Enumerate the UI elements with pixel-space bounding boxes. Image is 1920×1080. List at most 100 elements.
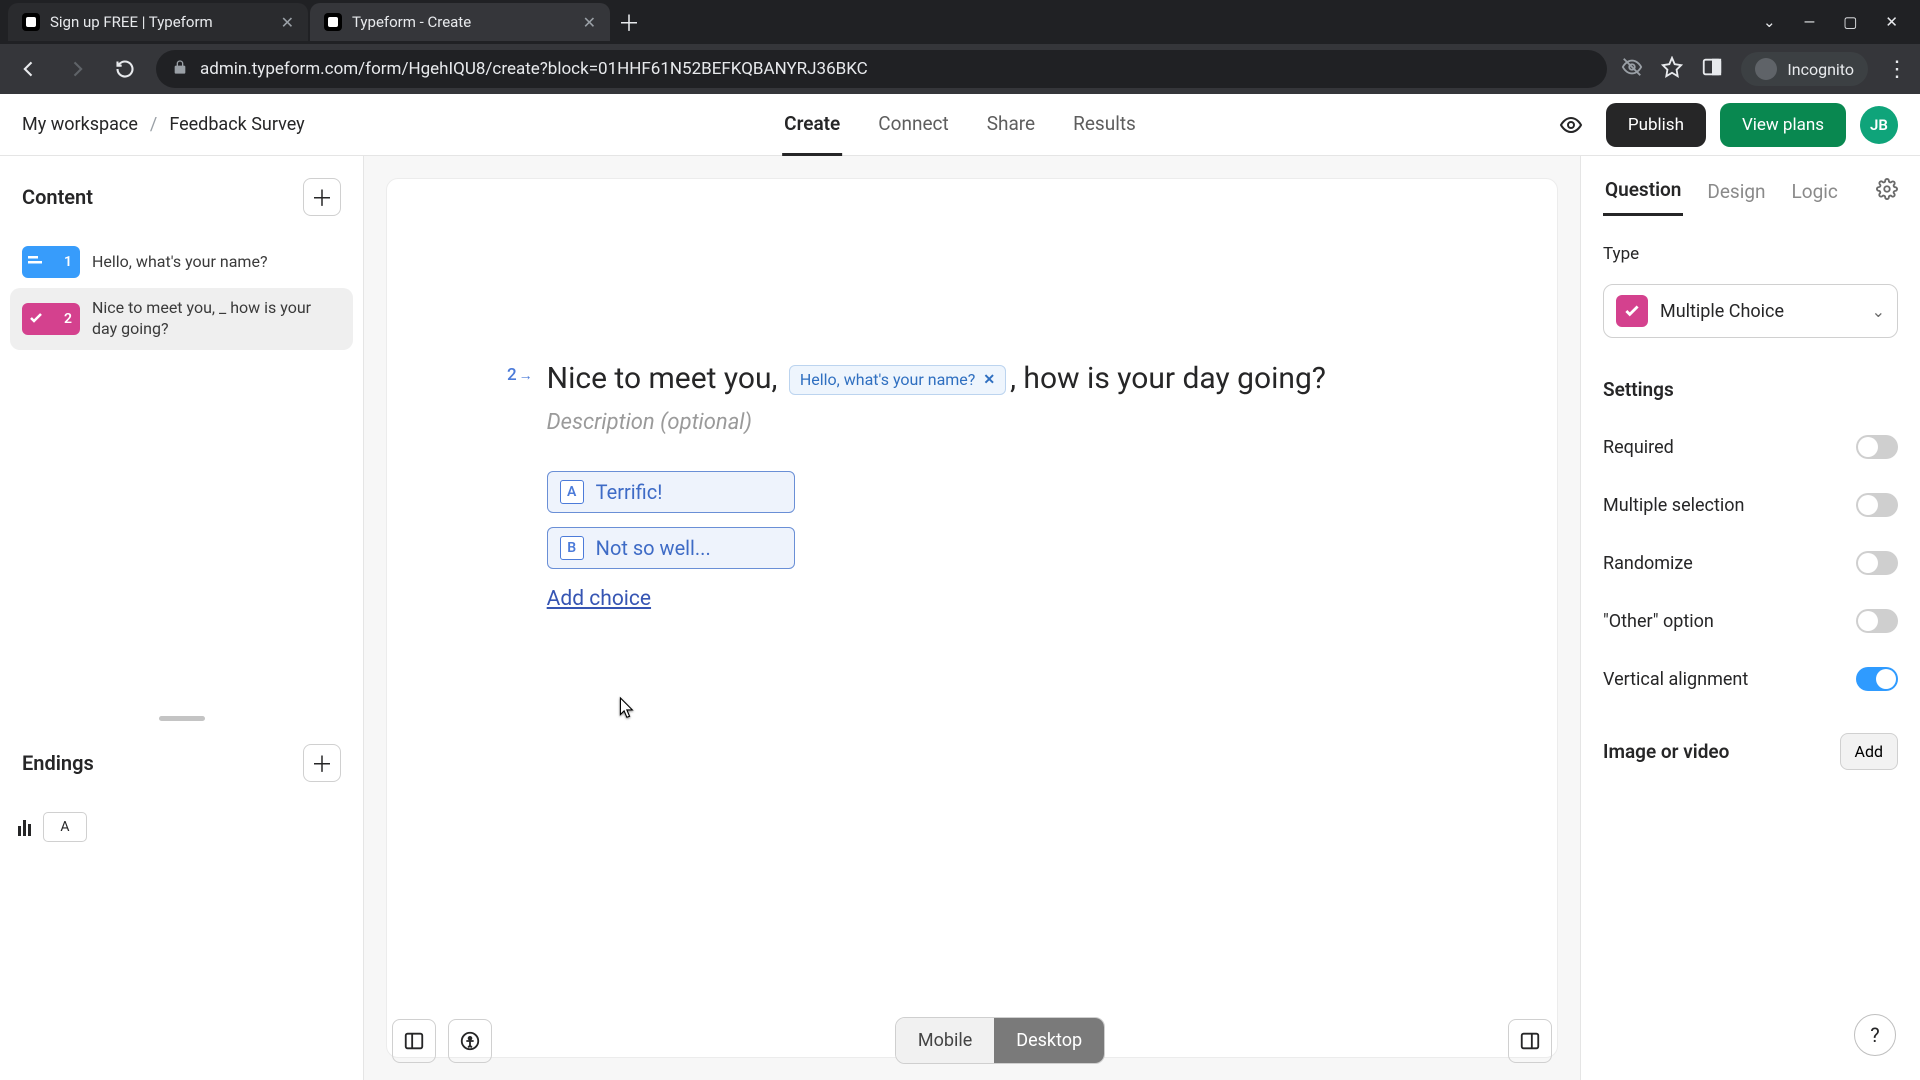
tab-logic[interactable]: Logic — [1790, 168, 1840, 215]
setting-label: Multiple selection — [1603, 495, 1744, 516]
new-tab-button[interactable]: ＋ — [612, 5, 646, 39]
view-plans-button[interactable]: View plans — [1720, 103, 1846, 147]
gear-icon[interactable] — [1876, 178, 1898, 204]
choice-a[interactable]: A Terrific! — [547, 471, 795, 513]
toggle-other-option[interactable] — [1856, 609, 1898, 633]
tab-strip: Sign up FREE | Typeform ✕ Typeform - Cre… — [0, 0, 1920, 44]
block-label: Hello, what's your name? — [92, 252, 268, 273]
toggle-vertical-alignment[interactable] — [1856, 667, 1898, 691]
tab-share[interactable]: Share — [985, 94, 1037, 156]
add-media-button[interactable]: Add — [1840, 733, 1898, 770]
incognito-icon — [1755, 58, 1777, 80]
question-title-input[interactable]: Nice to meet you, Hello, what's your nam… — [547, 359, 1477, 400]
tab-create[interactable]: Create — [782, 94, 842, 156]
content-item-2[interactable]: 2 Nice to meet you, _ how is your day go… — [10, 288, 353, 350]
recall-chip[interactable]: Hello, what's your name?✕ — [789, 365, 1006, 395]
choice-b[interactable]: B Not so well... — [547, 527, 795, 569]
breadcrumb: My workspace / Feedback Survey — [22, 114, 305, 135]
media-row: Image or video Add — [1603, 733, 1898, 770]
tab-design[interactable]: Design — [1705, 168, 1767, 215]
settings-title: Settings — [1603, 378, 1898, 401]
right-panel-toggle-button[interactable] — [1508, 1019, 1552, 1063]
reload-button[interactable] — [108, 52, 142, 86]
type-label: Type — [1603, 244, 1898, 264]
choice-key: B — [560, 536, 584, 560]
recall-chip-remove-icon[interactable]: ✕ — [983, 371, 995, 390]
block-type-badge: 1 — [22, 246, 80, 278]
main: Content ＋ 1 Hello, what's your name? 2 — [0, 156, 1920, 1080]
ending-item[interactable]: A — [10, 802, 353, 852]
eye-off-icon[interactable] — [1621, 56, 1643, 82]
add-content-button[interactable]: ＋ — [303, 178, 341, 216]
incognito-badge[interactable]: Incognito — [1741, 52, 1868, 86]
panel-icon[interactable] — [1701, 56, 1723, 82]
setting-label: Required — [1603, 437, 1674, 458]
close-icon[interactable]: ✕ — [1885, 13, 1898, 31]
right-panel-tabs: Question Design Logic — [1603, 166, 1898, 216]
app-header: My workspace / Feedback Survey Create Co… — [0, 94, 1920, 156]
block-type-badge: 2 — [22, 303, 80, 335]
tab-connect[interactable]: Connect — [876, 94, 950, 156]
add-ending-button[interactable]: ＋ — [303, 744, 341, 782]
choice-label[interactable]: Not so well... — [596, 536, 711, 560]
avatar[interactable]: JB — [1860, 106, 1898, 144]
publish-button[interactable]: Publish — [1606, 103, 1706, 147]
arrow-right-icon: → — [519, 367, 533, 384]
preview-button[interactable] — [1550, 104, 1592, 146]
tab-close-icon[interactable]: ✕ — [281, 13, 294, 32]
footer-right — [1508, 1019, 1552, 1063]
question-description-input[interactable]: Description (optional) — [547, 410, 1477, 435]
browser-tab-2[interactable]: Typeform - Create ✕ — [310, 3, 610, 41]
choice-key: A — [560, 480, 584, 504]
accessibility-button[interactable] — [448, 1019, 492, 1063]
endings-header: Endings ＋ — [0, 722, 363, 796]
device-mobile-button[interactable]: Mobile — [896, 1018, 994, 1063]
minimize-icon[interactable]: — — [1804, 13, 1816, 31]
toggle-multiple-selection[interactable] — [1856, 493, 1898, 517]
layout-panel-button[interactable] — [392, 1019, 436, 1063]
toggle-randomize[interactable] — [1856, 551, 1898, 575]
lock-icon — [172, 59, 188, 79]
endings-list: A — [0, 796, 363, 872]
type-value: Multiple Choice — [1660, 301, 1860, 322]
ending-icon — [18, 818, 31, 836]
multiple-choice-icon — [1616, 295, 1648, 327]
question-body: Nice to meet you, Hello, what's your nam… — [547, 359, 1477, 611]
choice-list: A Terrific! B Not so well... Add choice — [547, 471, 795, 611]
content-title: Content — [22, 185, 93, 209]
breadcrumb-form-name[interactable]: Feedback Survey — [169, 114, 304, 135]
setting-label: Vertical alignment — [1603, 669, 1748, 690]
incognito-label: Incognito — [1787, 60, 1854, 79]
back-button[interactable] — [12, 52, 46, 86]
tab-title: Typeform - Create — [352, 13, 573, 31]
endings-title: Endings — [22, 751, 94, 775]
toolbar-right: Incognito ⋮ — [1621, 52, 1908, 86]
canvas-footer: Mobile Desktop — [364, 1017, 1580, 1064]
tab-results[interactable]: Results — [1071, 94, 1138, 156]
tabsearch-icon[interactable]: ⌄ — [1763, 13, 1776, 31]
tab-question[interactable]: Question — [1603, 166, 1683, 216]
block-label: Nice to meet you, _ how is your day goin… — [92, 298, 312, 340]
star-icon[interactable] — [1661, 56, 1683, 82]
sidebar: Content ＋ 1 Hello, what's your name? 2 — [0, 156, 364, 1080]
content-item-1[interactable]: 1 Hello, what's your name? — [10, 236, 353, 288]
choice-label[interactable]: Terrific! — [596, 480, 663, 504]
forward-button[interactable] — [60, 52, 94, 86]
add-choice-button[interactable]: Add choice — [547, 587, 651, 611]
device-desktop-button[interactable]: Desktop — [994, 1018, 1104, 1063]
url-input[interactable]: admin.typeform.com/form/HgehIQU8/create?… — [156, 50, 1607, 88]
help-button[interactable]: ? — [1854, 1014, 1896, 1056]
toggle-required[interactable] — [1856, 435, 1898, 459]
kebab-icon[interactable]: ⋮ — [1886, 57, 1908, 82]
browser-chrome: Sign up FREE | Typeform ✕ Typeform - Cre… — [0, 0, 1920, 94]
app-root: My workspace / Feedback Survey Create Co… — [0, 94, 1920, 1080]
maximize-icon[interactable]: ▢ — [1843, 13, 1857, 31]
breadcrumb-workspace[interactable]: My workspace — [22, 114, 138, 135]
browser-tab-1[interactable]: Sign up FREE | Typeform ✕ — [8, 3, 308, 41]
url-text: admin.typeform.com/form/HgehIQU8/create?… — [200, 59, 868, 79]
setting-label: "Other" option — [1603, 611, 1714, 632]
setting-label: Randomize — [1603, 553, 1693, 574]
setting-required: Required — [1603, 435, 1898, 459]
question-type-select[interactable]: Multiple Choice ⌄ — [1603, 284, 1898, 338]
tab-close-icon[interactable]: ✕ — [583, 13, 596, 32]
